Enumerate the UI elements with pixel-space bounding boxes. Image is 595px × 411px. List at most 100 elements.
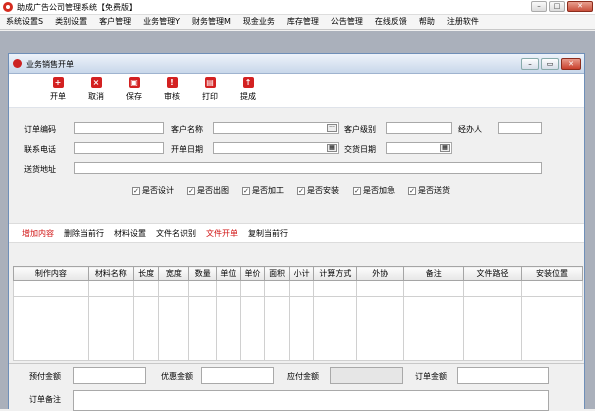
calendar-icon[interactable]: ▦	[327, 144, 337, 152]
order-items-table[interactable]: 制作内容 材料名称 长度 宽度 数量 单位 单价 面积 小计 计算方式 外协 备…	[13, 266, 584, 361]
order-note-input[interactable]	[73, 390, 549, 411]
ellipsis-icon[interactable]: ···	[327, 124, 337, 132]
minimize-button[interactable]: –	[531, 1, 547, 12]
printer-icon: ▤	[204, 77, 216, 88]
customer-name-input[interactable]: ···	[213, 122, 339, 134]
calendar-icon[interactable]: ▦	[440, 144, 450, 152]
filename-recognize-link[interactable]: 文件名识别	[151, 224, 201, 242]
commission-button[interactable]: ↑ 提成	[229, 74, 267, 107]
order-amount-input[interactable]	[457, 367, 549, 384]
table-body-blank	[13, 296, 584, 361]
column-header[interactable]: 备注	[403, 266, 465, 281]
prepaid-label: 预付金额	[29, 372, 61, 381]
handler-input[interactable]	[498, 122, 542, 134]
address-input[interactable]	[74, 162, 542, 174]
address-label: 送货地址	[24, 165, 56, 174]
prepaid-input[interactable]	[73, 367, 146, 384]
order-code-input[interactable]	[74, 122, 164, 134]
file-order-link[interactable]: 文件开单	[201, 224, 243, 242]
row-action-bar: 增加内容 删除当前行 材料设置 文件名识别 文件开单 复制当前行	[9, 223, 584, 243]
checkbox-urgent[interactable]: ✓ 是否加急	[353, 185, 395, 196]
open-date-label: 开单日期	[171, 145, 203, 154]
menu-register[interactable]: 注册软件	[441, 15, 485, 29]
window-controls: – □ ✕	[531, 1, 593, 12]
column-header[interactable]: 宽度	[158, 266, 190, 281]
menu-help[interactable]: 帮助	[413, 15, 441, 29]
discount-input[interactable]	[201, 367, 274, 384]
toolbar: + 开单 × 取消 ▣ 保存 ! 审核 ▤ 打印 ↑ 提成	[9, 74, 584, 108]
app-logo-icon	[3, 2, 13, 12]
customer-name-label: 客户名称	[171, 125, 203, 134]
menu-bar: 系统设置S 类别设置 客户管理 业务管理Y 财务管理M 现金业务 库存管理 公告…	[0, 15, 595, 30]
sales-order-window: 业务销售开单 – ▭ ✕ + 开单 × 取消 ▣ 保存 ! 审核 ▤ 打印 ↑	[8, 53, 585, 411]
column-header[interactable]: 面积	[264, 266, 290, 281]
new-order-button[interactable]: + 开单	[39, 74, 77, 107]
totals-panel: 预付金额 优惠金额 应付金额 订单金额 订单备注	[9, 363, 584, 411]
window-title: 助成广告公司管理系统【免费版】	[17, 3, 137, 12]
child-minimize-button[interactable]: –	[521, 58, 539, 70]
column-header[interactable]: 小计	[288, 266, 315, 281]
save-button[interactable]: ▣ 保存	[115, 74, 153, 107]
menu-announcement-management[interactable]: 公告管理	[325, 15, 369, 29]
column-header[interactable]: 单价	[239, 266, 266, 281]
child-window-title: 业务销售开单	[26, 60, 74, 69]
menu-cash-business[interactable]: 现金业务	[237, 15, 281, 29]
up-arrow-icon: ↑	[242, 77, 254, 88]
column-header[interactable]: 数量	[188, 266, 218, 281]
delete-row-link[interactable]: 删除当前行	[59, 224, 109, 242]
maximize-button[interactable]: □	[549, 1, 565, 12]
column-header[interactable]: 单位	[216, 266, 241, 281]
phone-input[interactable]	[74, 142, 164, 154]
exclamation-icon: !	[166, 77, 178, 88]
payable-input	[330, 367, 403, 384]
open-date-input[interactable]: ▦	[213, 142, 339, 154]
child-restore-button[interactable]: ▭	[541, 58, 559, 70]
menu-online-feedback[interactable]: 在线反馈	[369, 15, 413, 29]
menu-inventory-management[interactable]: 库存管理	[281, 15, 325, 29]
print-button[interactable]: ▤ 打印	[191, 74, 229, 107]
column-header[interactable]: 外协	[356, 266, 405, 281]
column-header[interactable]: 长度	[132, 266, 160, 281]
copy-row-link[interactable]: 复制当前行	[243, 224, 293, 242]
column-header[interactable]: 制作内容	[13, 266, 89, 281]
add-content-link[interactable]: 增加内容	[17, 224, 59, 242]
review-button[interactable]: ! 审核	[153, 74, 191, 107]
phone-label: 联系电话	[24, 145, 56, 154]
plus-icon: +	[52, 77, 64, 88]
cancel-button[interactable]: × 取消	[77, 74, 115, 107]
menu-category-settings[interactable]: 类别设置	[49, 15, 93, 29]
checkbox-install[interactable]: ✓ 是否安装	[297, 185, 339, 196]
material-settings-link[interactable]: 材料设置	[109, 224, 151, 242]
window-icon	[13, 59, 22, 68]
child-title-bar: 业务销售开单 – ▭ ✕	[9, 54, 584, 74]
delivery-date-input[interactable]: ▦	[386, 142, 452, 154]
order-amount-label: 订单金额	[415, 372, 447, 381]
child-close-button[interactable]: ✕	[561, 58, 581, 70]
child-window-controls: – ▭ ✕	[521, 58, 581, 70]
menu-customer-management[interactable]: 客户管理	[93, 15, 137, 29]
table-row[interactable]	[13, 280, 584, 297]
table-header-row: 制作内容 材料名称 长度 宽度 数量 单位 单价 面积 小计 计算方式 外协 备…	[13, 266, 584, 281]
column-header[interactable]: 文件路径	[463, 266, 522, 281]
checkbox-process[interactable]: ✓ 是否加工	[242, 185, 284, 196]
customer-level-input[interactable]	[386, 122, 452, 134]
menu-finance-management[interactable]: 财务管理M	[186, 15, 237, 29]
title-bar: 助成广告公司管理系统【免费版】 – □ ✕	[0, 0, 595, 15]
disk-icon: ▣	[128, 77, 140, 88]
discount-label: 优惠金额	[161, 372, 193, 381]
checkbox-output[interactable]: ✓ 是否出图	[187, 185, 229, 196]
handler-label: 经办人	[458, 125, 482, 134]
payable-label: 应付金额	[287, 372, 319, 381]
column-header[interactable]: 材料名称	[87, 266, 134, 281]
checkbox-delivery[interactable]: ✓ 是否送货	[408, 185, 450, 196]
menu-business-management[interactable]: 业务管理Y	[137, 15, 186, 29]
customer-level-label: 客户级别	[344, 125, 376, 134]
column-header[interactable]: 计算方式	[313, 266, 358, 281]
order-code-label: 订单编码	[24, 125, 56, 134]
x-icon: ×	[90, 77, 102, 88]
close-button[interactable]: ✕	[567, 1, 593, 12]
order-note-label: 订单备注	[29, 395, 61, 404]
checkbox-design[interactable]: ✓ 是否设计	[132, 185, 174, 196]
menu-system-settings[interactable]: 系统设置S	[0, 15, 49, 29]
column-header[interactable]: 安装位置	[520, 266, 584, 281]
